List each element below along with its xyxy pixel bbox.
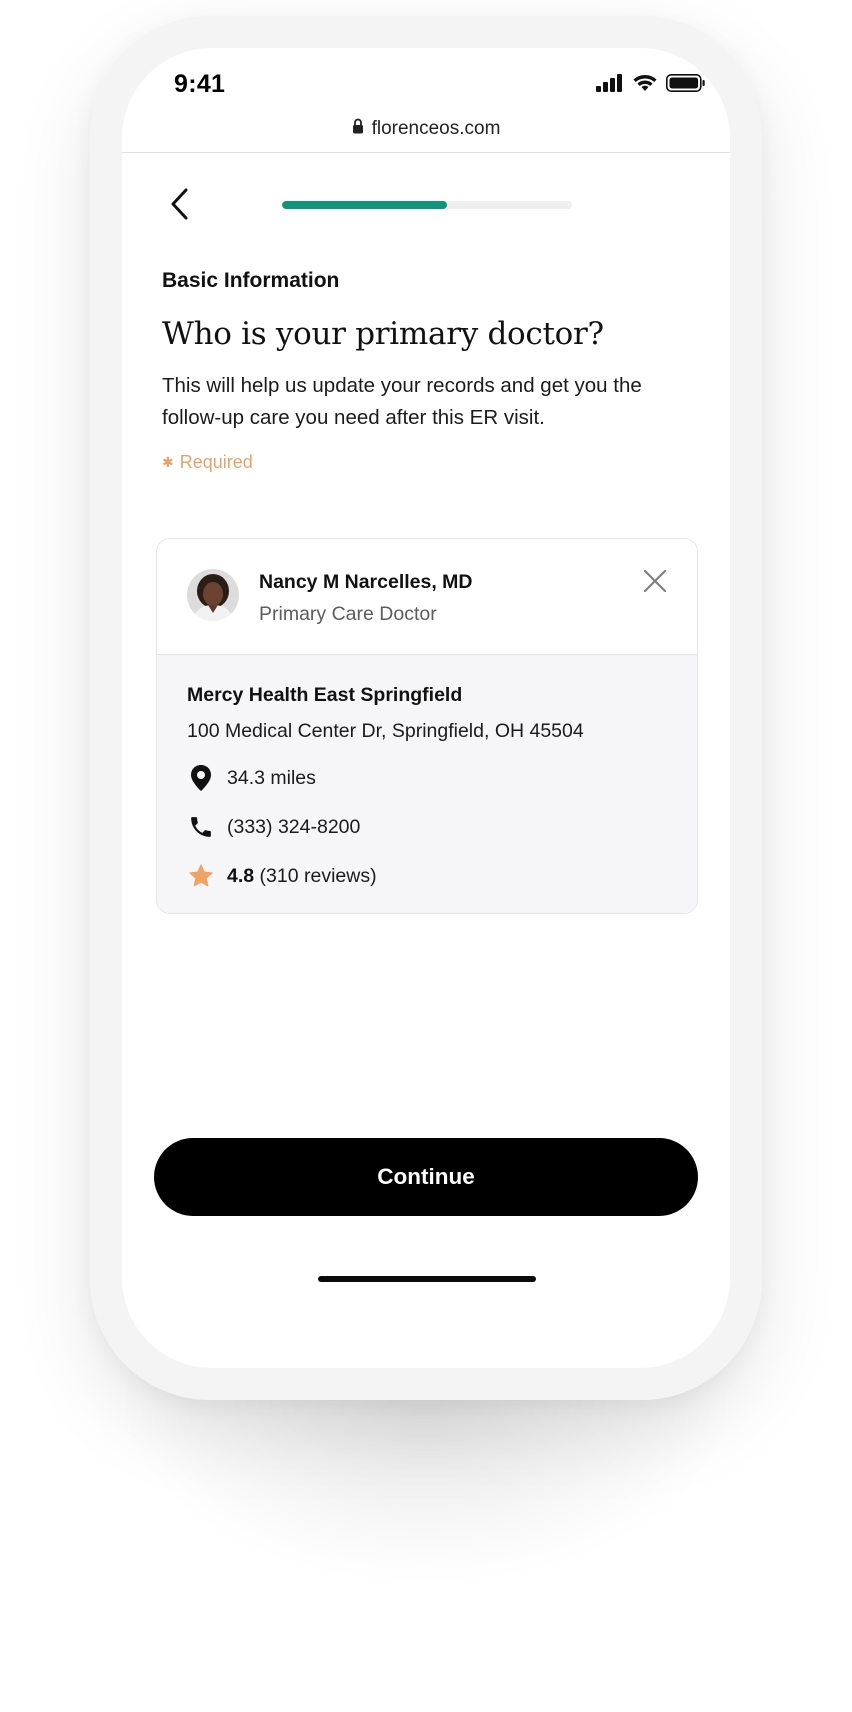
signal-icon [596, 74, 624, 97]
section-label: Basic Information [162, 269, 340, 292]
page-title: Who is your primary doctor? [162, 316, 604, 352]
phone-icon [187, 813, 215, 841]
review-count: (310 reviews) [259, 865, 377, 887]
required-indicator: ✱ Required [162, 452, 702, 473]
location-pin-icon [187, 764, 215, 792]
star-icon [187, 862, 215, 890]
phone-frame: 9:41 florenceos.com Basic Information Wh… [90, 16, 762, 1400]
form-content: Basic Information Who is your primary do… [162, 268, 702, 473]
rating-row: 4.8 (310 reviews) [187, 862, 667, 890]
asterisk-icon: ✱ [162, 454, 174, 470]
distance-text: 34.3 miles [227, 767, 316, 789]
avatar [187, 569, 239, 621]
doctor-specialty: Primary Care Doctor [259, 603, 437, 625]
url-text: florenceos.com [371, 118, 501, 139]
rating-value: 4.8 [227, 865, 255, 887]
status-time: 9:41 [174, 70, 226, 98]
doctor-card-details: Mercy Health East Springfield 100 Medica… [157, 655, 697, 913]
phone-number: (333) 324-8200 [227, 816, 361, 838]
continue-button[interactable]: Continue [154, 1138, 698, 1216]
facility-name: Mercy Health East Springfield [187, 684, 463, 706]
battery-icon [666, 74, 706, 97]
progress-fill [282, 201, 448, 209]
url-bar[interactable]: florenceos.com [122, 110, 730, 148]
facility-address: 100 Medical Center Dr, Springfield, OH 4… [187, 720, 584, 742]
url-divider [122, 152, 730, 153]
doctor-name: Nancy M Narcelles, MD [259, 571, 473, 593]
description: This will help us update your records an… [162, 374, 642, 429]
doctor-card: Nancy M Narcelles, MD Primary Care Docto… [156, 538, 698, 914]
doctor-card-header: Nancy M Narcelles, MD Primary Care Docto… [157, 539, 697, 655]
wifi-icon [632, 74, 658, 97]
chevron-left-icon [169, 187, 191, 226]
lock-icon [352, 118, 364, 140]
status-icons [596, 74, 706, 97]
progress-bar [282, 201, 572, 209]
distance-row: 34.3 miles [187, 764, 667, 792]
home-indicator [318, 1276, 536, 1282]
remove-doctor-button[interactable] [639, 567, 671, 599]
page: 9:41 florenceos.com Basic Information Wh… [0, 0, 852, 1712]
close-icon [642, 568, 668, 599]
phone-screen: 9:41 florenceos.com Basic Information Wh… [122, 48, 730, 1368]
phone-row[interactable]: (333) 324-8200 [187, 813, 667, 841]
back-button[interactable] [158, 184, 202, 228]
required-label: Required [179, 452, 253, 472]
